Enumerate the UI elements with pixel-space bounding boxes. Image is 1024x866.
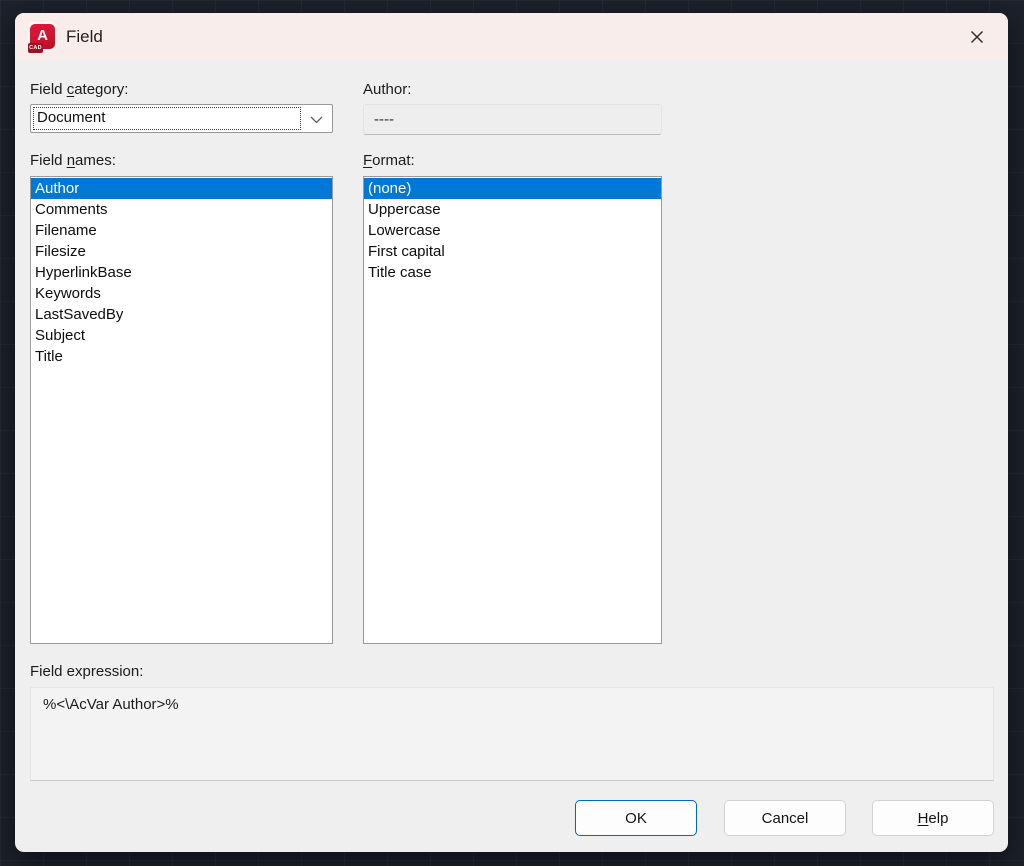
close-button[interactable] [960,20,994,54]
autocad-logo-letter: A [37,28,48,43]
list-item-uppercase[interactable]: Uppercase [364,199,661,220]
help-button[interactable]: Help [872,800,994,836]
title-bar[interactable]: A CAD Field [15,13,1008,60]
author-value: ---- [374,111,394,128]
field-category-label: Field category: [30,81,128,98]
field-names-listbox[interactable]: Author Comments Filename Filesize Hyperl… [30,176,333,644]
help-label-post: elp [928,810,948,827]
format-label-post: ormat: [372,152,415,169]
ok-button-label: OK [625,810,647,827]
autocad-canvas-background: { "window": { "title": "Field", "icon_le… [0,0,1024,866]
chevron-down-icon [310,116,323,124]
close-icon [969,29,985,45]
field-expression-box: %<\AcVar Author>% [30,687,994,781]
field-category-label-post: ategory: [74,81,128,98]
help-button-label: Help [918,810,949,827]
field-names-label-post: ames: [75,152,116,169]
autocad-logo-icon: A CAD [30,24,55,49]
list-item-filename[interactable]: Filename [31,220,332,241]
field-names-label: Field names: [30,152,116,169]
list-item-title[interactable]: Title [31,346,332,367]
format-label-accel: F [363,152,372,169]
field-names-label-pre: Field [30,152,67,169]
cancel-button-label: Cancel [762,810,809,827]
format-label: Format: [363,152,415,169]
list-item-lowercase[interactable]: Lowercase [364,220,661,241]
autocad-logo-cad-flap: CAD [28,43,43,53]
list-item-keywords[interactable]: Keywords [31,283,332,304]
list-item-subject[interactable]: Subject [31,325,332,346]
list-item-first-capital[interactable]: First capital [364,241,661,262]
list-item-lastsavedby[interactable]: LastSavedBy [31,304,332,325]
field-names-label-accel: n [67,152,75,169]
format-listbox[interactable]: (none) Uppercase Lowercase First capital… [363,176,662,644]
list-item-hyperlinkbase[interactable]: HyperlinkBase [31,262,332,283]
cancel-button[interactable]: Cancel [724,800,846,836]
dialog-title: Field [66,27,103,47]
author-label: Author: [363,81,411,98]
ok-button[interactable]: OK [575,800,697,836]
help-label-accel: H [918,810,929,827]
list-item-filesize[interactable]: Filesize [31,241,332,262]
field-dialog: A CAD Field Field category: Author: Docu… [15,13,1008,852]
list-item-comments[interactable]: Comments [31,199,332,220]
field-category-label-pre: Field [30,81,67,98]
field-category-value: Document [37,109,105,126]
field-expression-label: Field expression: [30,663,143,680]
list-item-author[interactable]: Author [31,178,332,199]
field-expression-value: %<\AcVar Author>% [43,696,179,713]
list-item-title-case[interactable]: Title case [364,262,661,283]
field-category-dropdown[interactable]: Document [30,104,333,133]
list-item-none[interactable]: (none) [364,178,661,199]
author-value-field: ---- [363,104,662,135]
